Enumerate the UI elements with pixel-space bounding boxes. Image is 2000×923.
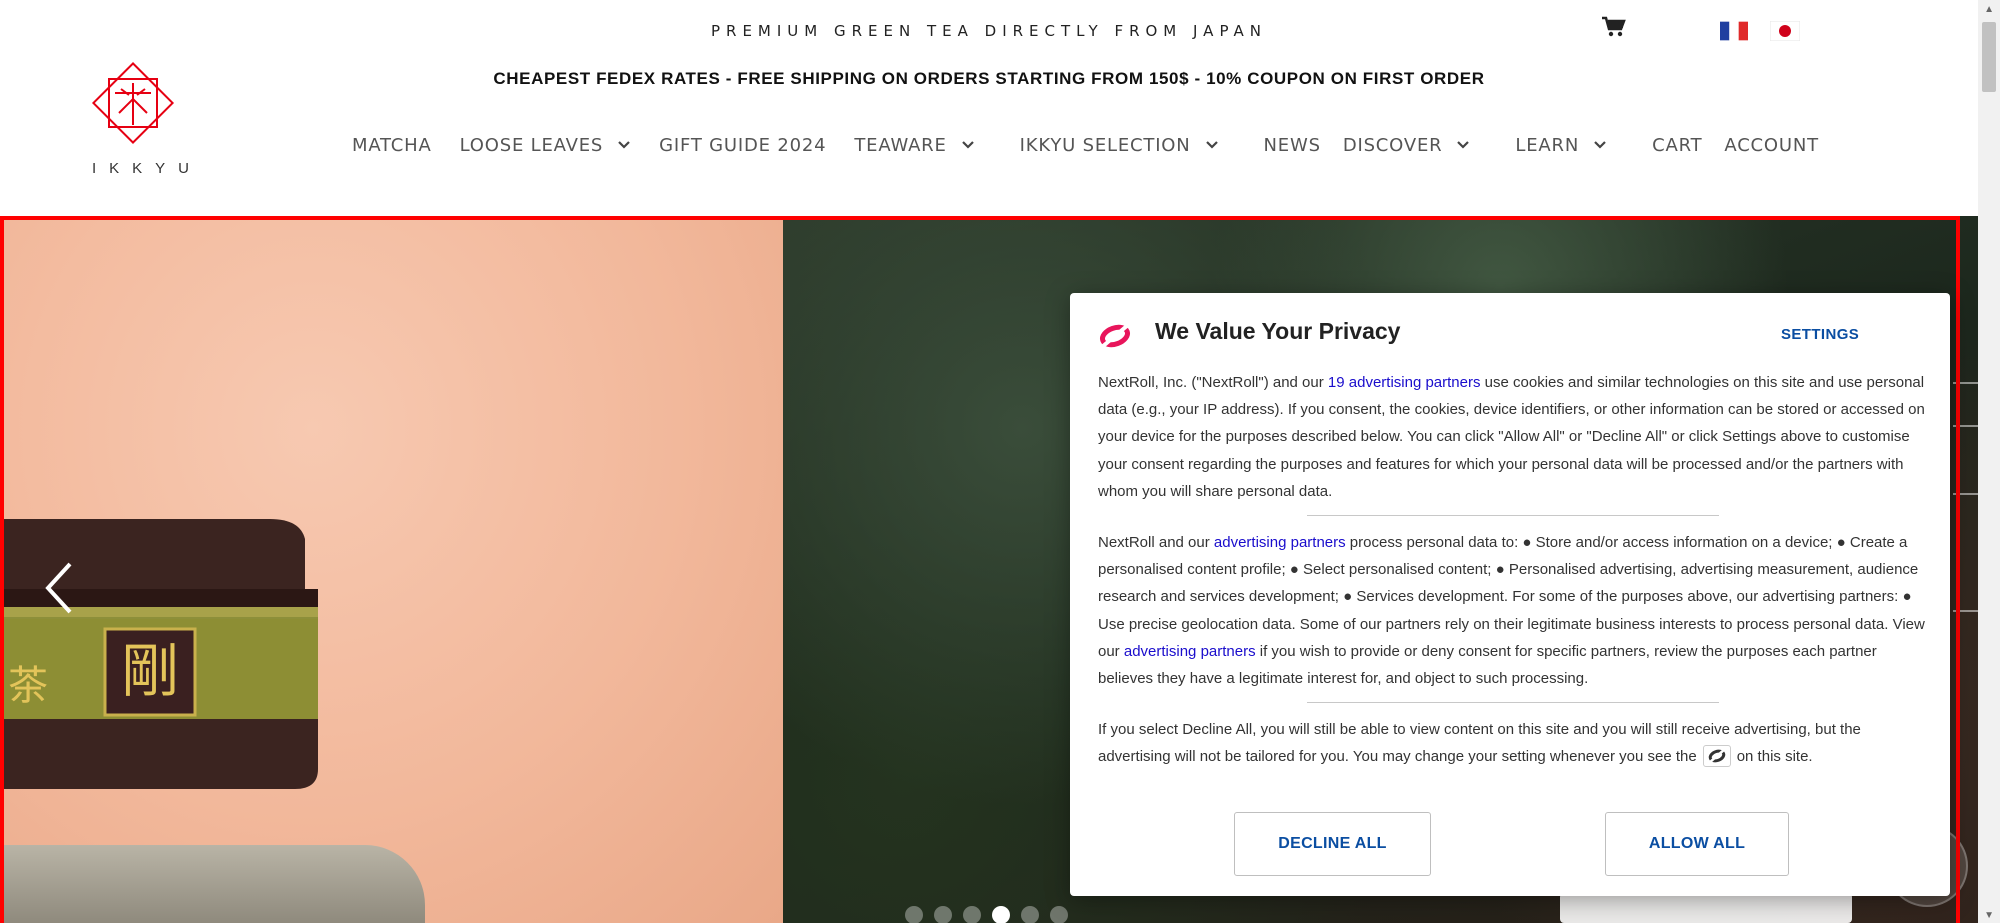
nav-ikkyu-selection[interactable]: IKKYU SELECTION — [1020, 135, 1219, 156]
nav-label: TEAWARE — [854, 134, 947, 156]
text-span: process personal data to: ● Store and/or… — [1098, 534, 1925, 660]
text-span: NextRoll, Inc. ("NextRoll") and our — [1098, 374, 1328, 391]
nextroll-settings-icon[interactable] — [1702, 745, 1731, 768]
privacy-consent-dialog: We Value Your Privacy SETTINGS NextRoll,… — [1070, 293, 1950, 896]
background-line — [1953, 425, 1978, 427]
advertising-partners-link[interactable]: advertising partners — [1214, 534, 1346, 551]
nav-teaware[interactable]: TEAWARE — [854, 135, 974, 156]
nav-discover[interactable]: DISCOVER — [1343, 135, 1471, 156]
nav-news[interactable]: NEWS — [1264, 135, 1321, 156]
carousel-dot[interactable] — [1050, 906, 1068, 923]
chevron-down-icon — [1457, 141, 1470, 149]
flag-france-icon[interactable] — [1720, 21, 1748, 46]
text-span: on this site. — [1736, 748, 1813, 766]
background-line — [1953, 493, 1978, 495]
nav-cart[interactable]: CART — [1652, 135, 1702, 156]
carousel-dot[interactable] — [1021, 906, 1039, 923]
scroll-down-icon[interactable]: ▼ — [1984, 910, 1994, 921]
site-logo[interactable]: IKKYU — [80, 55, 203, 177]
flag-japan-icon[interactable] — [1769, 20, 1801, 46]
svg-text:茶: 茶 — [8, 663, 48, 709]
main-nav: MATCHA LOOSE LEAVES GIFT GUIDE 2024 TEAW… — [352, 132, 1819, 158]
privacy-title: We Value Your Privacy — [1155, 318, 1401, 344]
carousel-dot[interactable] — [963, 906, 981, 923]
carousel-prev-button[interactable] — [40, 558, 80, 618]
decline-all-button[interactable]: DECLINE ALL — [1234, 812, 1431, 876]
nav-label: ACCOUNT — [1724, 134, 1819, 156]
nav-label: MATCHA — [352, 134, 432, 156]
chevron-down-icon — [618, 141, 630, 149]
nav-matcha[interactable]: MATCHA — [352, 135, 432, 156]
nav-account[interactable]: ACCOUNT — [1724, 135, 1819, 156]
privacy-paragraph-1: NextRoll, Inc. ("NextRoll") and our 19 a… — [1098, 369, 1928, 505]
text-span: use cookies and similar technologies on … — [1098, 374, 1925, 500]
background-line — [1953, 610, 1978, 612]
carousel-dots — [905, 906, 1068, 923]
chevron-left-icon — [45, 562, 72, 614]
text-span: NextRoll and our — [1098, 534, 1214, 552]
background-line — [1953, 382, 1978, 384]
carousel-dot[interactable] — [905, 906, 923, 923]
privacy-paragraph-3: If you select Decline All, you will stil… — [1098, 716, 1928, 770]
nav-learn[interactable]: LEARN — [1515, 135, 1607, 156]
page-scrollbar[interactable]: ▲ ▼ — [1978, 0, 2000, 923]
nav-label: LOOSE LEAVES — [459, 134, 604, 156]
divider — [1307, 702, 1719, 704]
divider — [1307, 515, 1719, 517]
scrollbar-thumb[interactable] — [1982, 22, 1996, 92]
carousel-dot[interactable] — [934, 906, 952, 923]
allow-all-button[interactable]: ALLOW ALL — [1605, 812, 1789, 876]
privacy-paragraph-2: NextRoll and our advertising partners pr… — [1098, 529, 1928, 692]
nav-label: LEARN — [1515, 134, 1580, 156]
chevron-down-icon — [961, 141, 974, 149]
nav-gift-guide[interactable]: GIFT GUIDE 2024 — [659, 135, 826, 156]
nav-label: DISCOVER — [1342, 134, 1443, 156]
privacy-body: NextRoll, Inc. ("NextRoll") and our 19 a… — [1098, 369, 1928, 771]
advertising-partners-link[interactable]: 19 advertising partners — [1328, 374, 1481, 391]
advertising-partners-link[interactable]: advertising partners — [1124, 643, 1256, 660]
product-pedestal — [0, 845, 425, 923]
svg-text:剛: 剛 — [121, 637, 179, 705]
promo-banner: CHEAPEST FEDEX RATES - FREE SHIPPING ON … — [493, 69, 1485, 88]
nav-label: GIFT GUIDE 2024 — [659, 134, 827, 156]
nav-label: IKKYU SELECTION — [1019, 134, 1191, 156]
nav-loose-leaves[interactable]: LOOSE LEAVES — [460, 135, 632, 156]
scroll-up-icon[interactable]: ▲ — [1984, 4, 1994, 15]
nav-label: CART — [1652, 134, 1703, 156]
background-widget — [1560, 893, 1852, 923]
chevron-down-icon — [1594, 141, 1606, 149]
nextroll-logo-icon — [1099, 323, 1131, 349]
logo-text: IKKYU — [92, 160, 203, 177]
header-tagline: PREMIUM GREEN TEA DIRECTLY FROM JAPAN — [710, 22, 1268, 40]
chevron-down-icon — [1205, 141, 1218, 149]
carousel-dot-active[interactable] — [992, 906, 1010, 923]
nav-label: NEWS — [1263, 134, 1321, 156]
ikkyu-logo-icon — [91, 61, 174, 145]
cart-icon[interactable] — [1602, 16, 1626, 43]
settings-button[interactable]: SETTINGS — [1781, 326, 1859, 343]
